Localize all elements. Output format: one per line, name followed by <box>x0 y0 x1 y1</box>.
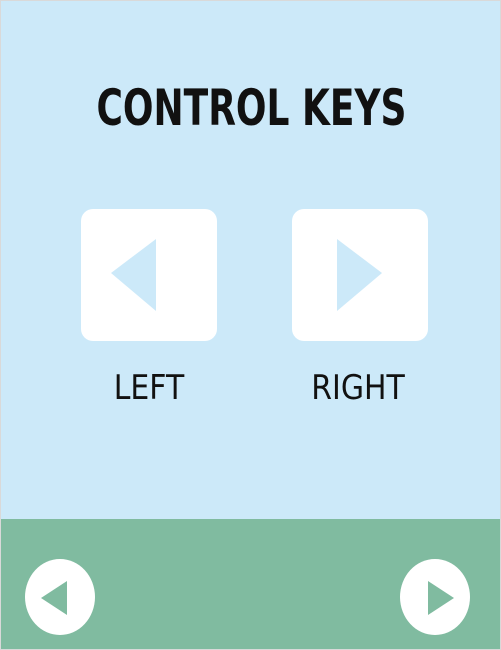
triangle-right-icon <box>428 581 454 615</box>
right-key-label: RIGHT <box>311 368 405 408</box>
previous-button[interactable] <box>25 559 95 635</box>
triangle-left-icon <box>41 581 67 615</box>
bottom-nav-bar <box>1 519 500 649</box>
right-key-illustration <box>292 209 428 341</box>
left-key-illustration <box>81 209 217 341</box>
triangle-left-icon <box>111 239 156 311</box>
game-screen: CONTROL KEYS LEFT RIGHT <box>0 0 501 650</box>
page-title: CONTROL KEYS <box>96 79 407 137</box>
left-key-label: LEFT <box>113 368 185 408</box>
triangle-right-icon <box>337 239 382 311</box>
instructions-panel: CONTROL KEYS LEFT RIGHT <box>1 1 500 519</box>
next-button[interactable] <box>400 559 470 635</box>
